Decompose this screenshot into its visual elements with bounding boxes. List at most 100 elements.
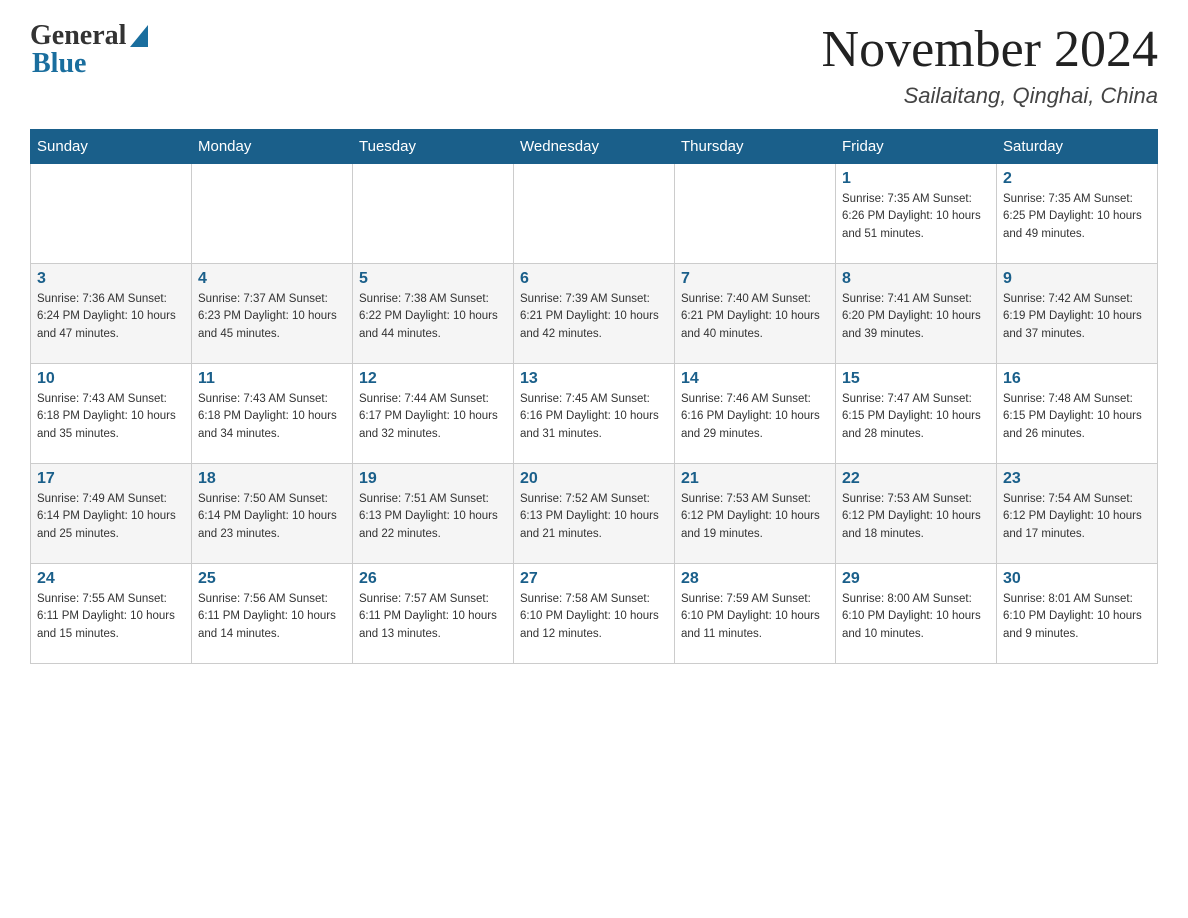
col-header-wednesday: Wednesday xyxy=(514,130,675,164)
week-row-1: 1Sunrise: 7:35 AM Sunset: 6:26 PM Daylig… xyxy=(31,164,1158,264)
day-info: Sunrise: 7:51 AM Sunset: 6:13 PM Dayligh… xyxy=(359,491,507,543)
calendar-table: SundayMondayTuesdayWednesdayThursdayFrid… xyxy=(30,129,1158,664)
day-number: 21 xyxy=(681,470,829,488)
day-number: 25 xyxy=(198,570,346,588)
day-number: 8 xyxy=(842,270,990,288)
day-info: Sunrise: 7:41 AM Sunset: 6:20 PM Dayligh… xyxy=(842,291,990,343)
header-row: SundayMondayTuesdayWednesdayThursdayFrid… xyxy=(31,130,1158,164)
day-cell xyxy=(514,164,675,264)
day-cell: 9 Sunrise: 7:42 AM Sunset: 6:19 PM Daylig… xyxy=(997,264,1158,364)
day-info: Sunrise: 7:35 AM Sunset: 6:26 PM Dayligh… xyxy=(842,191,990,243)
day-number: 13 xyxy=(520,370,668,388)
day-number: 29 xyxy=(842,570,990,588)
day-info: Sunrise: 7:48 AM Sunset: 6:15 PM Dayligh… xyxy=(1003,391,1151,443)
day-cell: 22 Sunrise: 7:53 AM Sunset: 6:12 PM Dayli… xyxy=(836,464,997,564)
day-cell: 16 Sunrise: 7:48 AM Sunset: 6:15 PM Dayli… xyxy=(997,364,1158,464)
day-cell: 10Sunrise: 7:43 AM Sunset: 6:18 PM Dayli… xyxy=(31,364,192,464)
col-header-monday: Monday xyxy=(192,130,353,164)
col-header-friday: Friday xyxy=(836,130,997,164)
day-cell: 21Sunrise: 7:53 AM Sunset: 6:12 PM Dayli… xyxy=(675,464,836,564)
day-number: 20 xyxy=(520,470,668,488)
day-number: 12 xyxy=(359,370,507,388)
week-row-4: 17 Sunrise: 7:49 AM Sunset: 6:14 PM Dayli… xyxy=(31,464,1158,564)
day-number: 30 xyxy=(1003,570,1151,588)
day-cell xyxy=(31,164,192,264)
day-info: Sunrise: 7:54 AM Sunset: 6:12 PM Dayligh… xyxy=(1003,491,1151,543)
day-cell: 12 Sunrise: 7:44 AM Sunset: 6:17 PM Dayli… xyxy=(353,364,514,464)
day-number: 22 xyxy=(842,470,990,488)
day-info: Sunrise: 7:55 AM Sunset: 6:11 PM Dayligh… xyxy=(37,591,185,643)
day-info: Sunrise: 8:00 AM Sunset: 6:10 PM Dayligh… xyxy=(842,591,990,643)
day-number: 18 xyxy=(198,470,346,488)
day-info: Sunrise: 7:44 AM Sunset: 6:17 PM Dayligh… xyxy=(359,391,507,443)
day-cell: 18 Sunrise: 7:50 AM Sunset: 6:14 PM Dayli… xyxy=(192,464,353,564)
day-cell xyxy=(353,164,514,264)
day-cell: 25 Sunrise: 7:56 AM Sunset: 6:11 PM Dayli… xyxy=(192,564,353,664)
col-header-saturday: Saturday xyxy=(997,130,1158,164)
day-cell: 23Sunrise: 7:54 AM Sunset: 6:12 PM Dayli… xyxy=(997,464,1158,564)
day-info: Sunrise: 7:43 AM Sunset: 6:18 PM Dayligh… xyxy=(37,391,185,443)
day-info: Sunrise: 7:50 AM Sunset: 6:14 PM Dayligh… xyxy=(198,491,346,543)
day-cell: 4Sunrise: 7:37 AM Sunset: 6:23 PM Daylig… xyxy=(192,264,353,364)
day-cell: 29 Sunrise: 8:00 AM Sunset: 6:10 PM Dayli… xyxy=(836,564,997,664)
day-info: Sunrise: 7:42 AM Sunset: 6:19 PM Dayligh… xyxy=(1003,291,1151,343)
day-number: 7 xyxy=(681,270,829,288)
day-cell: 8 Sunrise: 7:41 AM Sunset: 6:20 PM Daylig… xyxy=(836,264,997,364)
day-number: 16 xyxy=(1003,370,1151,388)
day-cell: 20 Sunrise: 7:52 AM Sunset: 6:13 PM Dayli… xyxy=(514,464,675,564)
day-cell: 28 Sunrise: 7:59 AM Sunset: 6:10 PM Dayli… xyxy=(675,564,836,664)
day-info: Sunrise: 7:39 AM Sunset: 6:21 PM Dayligh… xyxy=(520,291,668,343)
day-cell: 27 Sunrise: 7:58 AM Sunset: 6:10 PM Dayli… xyxy=(514,564,675,664)
day-cell: 30 Sunrise: 8:01 AM Sunset: 6:10 PM Dayli… xyxy=(997,564,1158,664)
day-info: Sunrise: 7:59 AM Sunset: 6:10 PM Dayligh… xyxy=(681,591,829,643)
day-cell: 7 Sunrise: 7:40 AM Sunset: 6:21 PM Daylig… xyxy=(675,264,836,364)
day-cell: 3Sunrise: 7:36 AM Sunset: 6:24 PM Daylig… xyxy=(31,264,192,364)
day-number: 3 xyxy=(37,270,185,288)
day-info: Sunrise: 7:40 AM Sunset: 6:21 PM Dayligh… xyxy=(681,291,829,343)
day-info: Sunrise: 7:45 AM Sunset: 6:16 PM Dayligh… xyxy=(520,391,668,443)
day-info: Sunrise: 7:52 AM Sunset: 6:13 PM Dayligh… xyxy=(520,491,668,543)
day-number: 26 xyxy=(359,570,507,588)
day-number: 24 xyxy=(37,570,185,588)
logo-blue-text: Blue xyxy=(32,48,86,80)
day-cell: 13 Sunrise: 7:45 AM Sunset: 6:16 PM Dayli… xyxy=(514,364,675,464)
day-info: Sunrise: 7:35 AM Sunset: 6:25 PM Dayligh… xyxy=(1003,191,1151,243)
day-cell: 26 Sunrise: 7:57 AM Sunset: 6:11 PM Dayli… xyxy=(353,564,514,664)
day-info: Sunrise: 7:38 AM Sunset: 6:22 PM Dayligh… xyxy=(359,291,507,343)
day-number: 5 xyxy=(359,270,507,288)
day-cell xyxy=(675,164,836,264)
day-info: Sunrise: 7:57 AM Sunset: 6:11 PM Dayligh… xyxy=(359,591,507,643)
day-number: 4 xyxy=(198,270,346,288)
day-cell: 2 Sunrise: 7:35 AM Sunset: 6:25 PM Daylig… xyxy=(997,164,1158,264)
month-title: November 2024 xyxy=(822,20,1158,79)
day-number: 17 xyxy=(37,470,185,488)
day-number: 27 xyxy=(520,570,668,588)
col-header-tuesday: Tuesday xyxy=(353,130,514,164)
day-number: 9 xyxy=(1003,270,1151,288)
day-cell: 15 Sunrise: 7:47 AM Sunset: 6:15 PM Dayli… xyxy=(836,364,997,464)
day-cell xyxy=(192,164,353,264)
week-row-3: 10Sunrise: 7:43 AM Sunset: 6:18 PM Dayli… xyxy=(31,364,1158,464)
day-info: Sunrise: 7:56 AM Sunset: 6:11 PM Dayligh… xyxy=(198,591,346,643)
col-header-thursday: Thursday xyxy=(675,130,836,164)
day-cell: 24 Sunrise: 7:55 AM Sunset: 6:11 PM Dayli… xyxy=(31,564,192,664)
day-number: 28 xyxy=(681,570,829,588)
day-cell: 19Sunrise: 7:51 AM Sunset: 6:13 PM Dayli… xyxy=(353,464,514,564)
day-cell: 1Sunrise: 7:35 AM Sunset: 6:26 PM Daylig… xyxy=(836,164,997,264)
day-info: Sunrise: 7:49 AM Sunset: 6:14 PM Dayligh… xyxy=(37,491,185,543)
day-number: 2 xyxy=(1003,170,1151,188)
col-header-sunday: Sunday xyxy=(31,130,192,164)
day-info: Sunrise: 7:53 AM Sunset: 6:12 PM Dayligh… xyxy=(842,491,990,543)
day-info: Sunrise: 7:46 AM Sunset: 6:16 PM Dayligh… xyxy=(681,391,829,443)
title-section: November 2024 Sailaitang, Qinghai, China xyxy=(822,20,1158,109)
logo: General Blue xyxy=(30,20,148,80)
day-info: Sunrise: 7:58 AM Sunset: 6:10 PM Dayligh… xyxy=(520,591,668,643)
location: Sailaitang, Qinghai, China xyxy=(822,83,1158,109)
day-cell: 14Sunrise: 7:46 AM Sunset: 6:16 PM Dayli… xyxy=(675,364,836,464)
day-number: 15 xyxy=(842,370,990,388)
day-info: Sunrise: 7:47 AM Sunset: 6:15 PM Dayligh… xyxy=(842,391,990,443)
day-cell: 17 Sunrise: 7:49 AM Sunset: 6:14 PM Dayli… xyxy=(31,464,192,564)
week-row-5: 24 Sunrise: 7:55 AM Sunset: 6:11 PM Dayli… xyxy=(31,564,1158,664)
logo-triangle-icon xyxy=(130,25,148,47)
day-info: Sunrise: 8:01 AM Sunset: 6:10 PM Dayligh… xyxy=(1003,591,1151,643)
